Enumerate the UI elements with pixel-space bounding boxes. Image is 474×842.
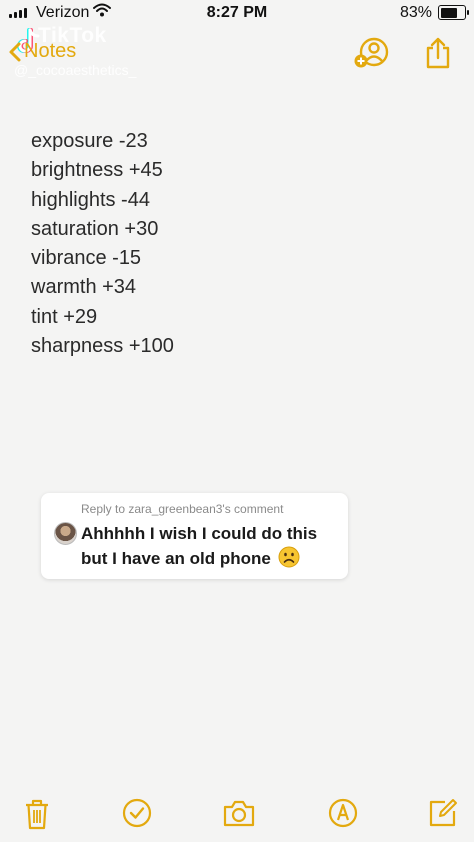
frown-emoji-icon xyxy=(278,546,300,568)
add-person-icon[interactable] xyxy=(352,36,390,70)
watermark-username: @_cocoaesthetics_ xyxy=(14,62,137,78)
markup-icon[interactable] xyxy=(328,798,358,828)
reply-comment-card: Reply to zara_greenbean3's comment Ahhhh… xyxy=(41,493,348,579)
checklist-icon[interactable] xyxy=(122,798,152,828)
note-line: warmth +34 xyxy=(31,276,137,299)
note-line: saturation +30 xyxy=(31,217,159,240)
reply-to-label: Reply to zara_greenbean3's comment xyxy=(81,502,284,516)
back-label: Notes xyxy=(24,40,77,62)
back-button[interactable]: Notes xyxy=(8,40,76,63)
compose-icon[interactable] xyxy=(428,798,458,828)
note-line: tint +29 xyxy=(31,305,98,328)
note-line: sharpness +100 xyxy=(31,335,174,358)
bottom-toolbar xyxy=(0,790,474,842)
note-line: brightness +45 xyxy=(31,159,163,182)
avatar xyxy=(54,522,77,545)
note-line: exposure -23 xyxy=(31,130,148,152)
note-body[interactable]: exposure -23 brightness +45 highlights -… xyxy=(31,127,174,361)
chevron-left-icon xyxy=(9,42,21,61)
battery-icon xyxy=(438,5,469,20)
note-line: highlights -44 xyxy=(31,188,150,211)
camera-icon[interactable] xyxy=(222,798,256,828)
battery-percent: 83% xyxy=(399,4,432,21)
status-bar: Verizon 8:27 PM 83% xyxy=(0,0,474,26)
comment-text: Ahhhhh I wish I could do this but I have… xyxy=(81,522,343,571)
trash-icon[interactable] xyxy=(24,798,50,830)
share-icon[interactable] xyxy=(424,36,452,70)
note-line: vibrance -15 xyxy=(31,247,142,270)
